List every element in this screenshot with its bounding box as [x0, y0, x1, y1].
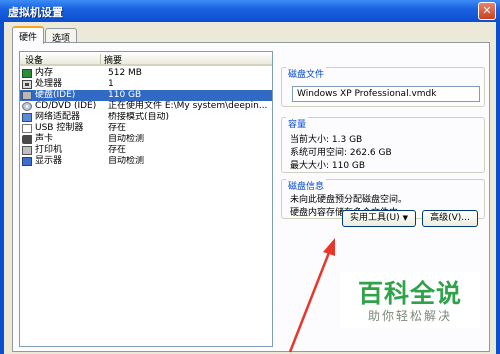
advanced-label: 高级(V)... [430, 213, 470, 223]
device-summary: 512 MB [108, 68, 142, 78]
printer-icon [22, 146, 32, 155]
device-row-hard-disk[interactable]: 硬盘(IDE) 110 GB [20, 90, 272, 101]
device-name: 内存 [35, 68, 54, 78]
capacity-legend: 容量 [286, 117, 309, 130]
device-name: 显示器 [35, 156, 63, 166]
device-name: 网络适配器 [35, 112, 81, 122]
watermark-logo: 百科全说 助你轻松解决 [340, 272, 480, 328]
device-row-usb[interactable]: USB 控制器 存在 [20, 123, 272, 134]
device-summary: 存在 [108, 145, 127, 155]
disk-info-line-1: 未向此硬盘预分配磁盘空间。 [290, 195, 408, 205]
available-space: 系统可用空间: 262.6 GB [290, 148, 392, 158]
device-rows: 内存 512 MB 处理器 1 硬盘(IDE) 110 GB CD/DVD (I… [20, 68, 272, 167]
device-name: CD/DVD (IDE) [35, 101, 97, 111]
device-row-network[interactable]: 网络适配器 桥接模式(自动) [20, 112, 272, 123]
current-size: 当前大小: 1.3 GB [290, 135, 363, 145]
device-name: 打印机 [35, 145, 63, 155]
disk-info-legend: 磁盘信息 [286, 179, 327, 192]
device-name: 声卡 [35, 134, 54, 144]
network-icon [22, 113, 32, 122]
device-summary: 存在 [108, 123, 127, 133]
memory-icon [22, 69, 32, 78]
device-row-cd-dvd[interactable]: CD/DVD (IDE) 正在使用文件 E:\My system\deepin.… [20, 101, 272, 112]
dropdown-arrow-icon: ▼ [402, 214, 408, 222]
usb-icon [22, 124, 32, 133]
watermark-subtitle: 助你轻松解决 [367, 309, 452, 323]
device-list[interactable]: 设备 摘要 内存 512 MB 处理器 1 硬盘(IDE) 110 GB CD/… [19, 51, 273, 347]
advanced-button[interactable]: 高级(V)... [422, 210, 478, 227]
cd-icon [22, 102, 32, 111]
sound-icon [22, 135, 32, 144]
disk-file-group: 磁盘文件 Windows XP Professional.vmdk [281, 67, 485, 107]
device-summary: 1 [108, 79, 114, 89]
column-separator[interactable] [100, 54, 101, 64]
window-title: 虚拟机设置 [8, 6, 63, 19]
device-summary: 桥接模式(自动) [108, 112, 170, 122]
title-bar[interactable]: 虚拟机设置 ✕ [0, 0, 500, 22]
device-name: USB 控制器 [35, 123, 84, 133]
display-icon [22, 157, 32, 166]
device-summary: 正在使用文件 E:\My system\deepin... [108, 101, 268, 111]
column-device[interactable]: 设备 [25, 53, 43, 66]
tab-options[interactable]: 选项 [45, 28, 77, 44]
device-name: 硬盘(IDE) [35, 90, 76, 100]
utilities-label: 实用工具(U) [349, 213, 400, 223]
utilities-button[interactable]: 实用工具(U) ▼ [342, 210, 416, 227]
watermark-title: 百科全说 [357, 279, 462, 308]
column-summary[interactable]: 摘要 [104, 53, 122, 66]
device-summary: 自动检测 [108, 134, 145, 144]
device-summary: 110 GB [108, 90, 142, 100]
vm-settings-window: 虚拟机设置 ✕ 硬件 选项 设备 摘要 内存 512 MB 处理器 1 硬盘(I… [0, 0, 500, 354]
close-icon: ✕ [482, 4, 492, 17]
disk-file-field[interactable]: Windows XP Professional.vmdk [292, 86, 480, 102]
disk-icon [22, 91, 32, 100]
device-row-printer[interactable]: 打印机 存在 [20, 145, 272, 156]
capacity-group: 容量 当前大小: 1.3 GB 系统可用空间: 262.6 GB 最大大小: 1… [281, 117, 485, 173]
tab-hardware-label: 硬件 [19, 33, 38, 43]
max-size: 最大大小: 110 GB [290, 161, 366, 171]
device-row-display[interactable]: 显示器 自动检测 [20, 156, 272, 167]
device-row-sound[interactable]: 声卡 自动检测 [20, 134, 272, 145]
device-row-processor[interactable]: 处理器 1 [20, 79, 272, 90]
close-button[interactable]: ✕ [478, 2, 496, 20]
device-name: 处理器 [35, 79, 63, 89]
disk-file-legend: 磁盘文件 [286, 67, 327, 80]
device-row-memory[interactable]: 内存 512 MB [20, 68, 272, 79]
cpu-icon [22, 80, 32, 89]
device-summary: 自动检测 [108, 156, 145, 166]
tab-hardware[interactable]: 硬件 [12, 26, 44, 44]
list-header: 设备 摘要 [20, 52, 272, 66]
